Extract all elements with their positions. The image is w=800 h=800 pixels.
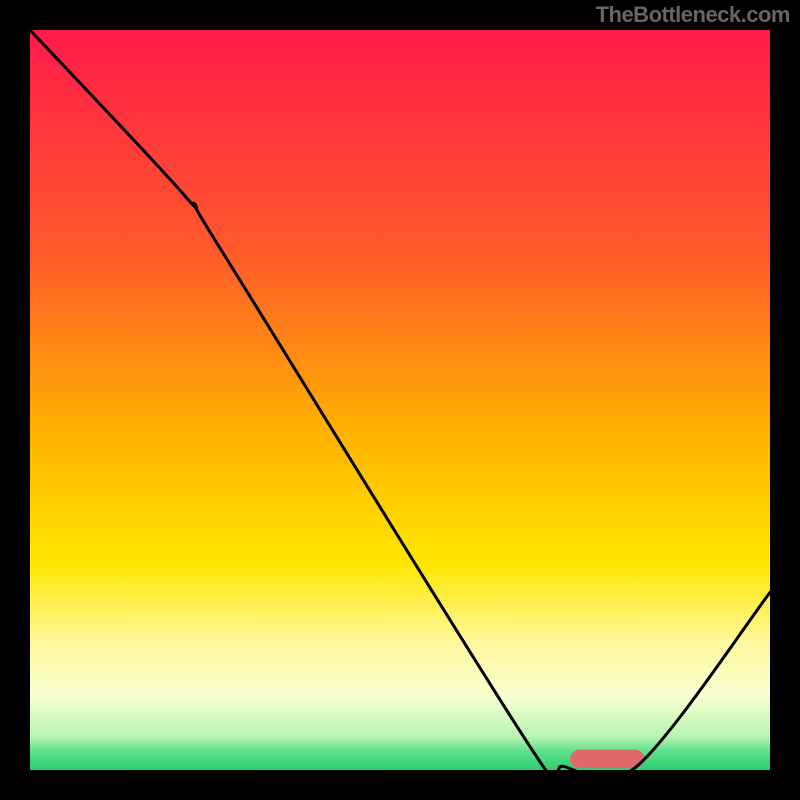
plot-area — [30, 30, 770, 770]
chart-frame: TheBottleneck.com — [0, 0, 800, 800]
chart-svg — [30, 30, 770, 770]
highlight-marker — [570, 750, 644, 769]
watermark-text: TheBottleneck.com — [596, 2, 790, 28]
